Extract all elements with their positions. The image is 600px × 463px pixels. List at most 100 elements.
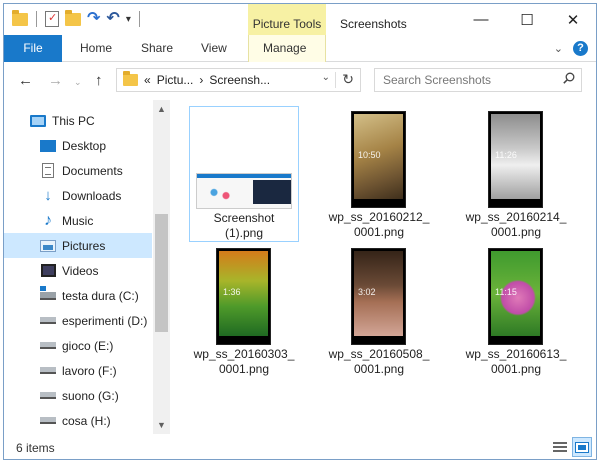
close-button[interactable]: ✕ xyxy=(550,4,596,35)
nav-item-documents[interactable]: Documents xyxy=(4,158,152,183)
breadcrumb-screenshots[interactable]: Screensh... xyxy=(209,73,270,87)
videos-icon xyxy=(40,264,56,278)
nav-item-downloads[interactable]: ↓ Downloads xyxy=(4,183,152,208)
nav-item-label: lavoro (F:) xyxy=(62,363,117,378)
nav-item-videos[interactable]: Videos xyxy=(4,258,152,283)
nav-item-drive-e[interactable]: gioco (E:) xyxy=(4,333,152,358)
nav-item-pictures[interactable]: Pictures xyxy=(4,233,152,258)
drive-icon xyxy=(40,414,56,428)
maximize-button[interactable]: ☐ xyxy=(504,4,550,35)
drive-icon xyxy=(40,389,56,403)
nav-item-label: Documents xyxy=(62,163,123,178)
breadcrumb-overflow[interactable]: « xyxy=(144,73,151,87)
file-thumbnail xyxy=(196,173,292,209)
toolbar-divider xyxy=(138,11,140,27)
status-bar: 6 items xyxy=(4,434,596,459)
search-icon[interactable] xyxy=(563,72,575,84)
desktop-icon xyxy=(40,139,56,153)
thumbnail-clock: 3:02 xyxy=(358,287,376,297)
tab-view[interactable]: View xyxy=(201,35,227,62)
file-name: wp_ss_20160214_ 0001.png xyxy=(465,210,567,239)
nav-item-drive-c[interactable]: testa dura (C:) xyxy=(4,283,152,308)
file-thumbnail: 10:50 xyxy=(351,111,406,208)
tab-home[interactable]: Home xyxy=(80,35,112,62)
redo-icon[interactable]: ↷ xyxy=(87,11,100,27)
file-name: wp_ss_20160613_ 0001.png xyxy=(465,347,567,376)
scroll-down-icon[interactable]: ▼ xyxy=(157,420,166,430)
file-item-screenshot-1[interactable]: Screenshot (1).png xyxy=(189,106,299,242)
file-item-wp-ss-20160508[interactable]: 3:02 wp_ss_20160508_ 0001.png xyxy=(324,243,434,379)
nav-item-label: Music xyxy=(62,213,94,228)
file-list: Screenshot (1).png 10:50 wp_ss_20160212_ 0… xyxy=(174,100,594,434)
drive-icon xyxy=(40,364,56,378)
breadcrumb-pictures[interactable]: Pictu... xyxy=(157,73,194,87)
recent-locations-chevron-icon[interactable]: ⌄ xyxy=(74,77,82,88)
file-thumbnail: 1:36 xyxy=(216,248,271,345)
window-title: Screenshots xyxy=(340,17,407,31)
nav-item-drive-h[interactable]: cosa (H:) xyxy=(4,408,152,433)
nav-item-music[interactable]: ♪ Music xyxy=(4,208,152,233)
nav-item-label: gioco (E:) xyxy=(62,338,114,353)
nav-item-label: suono (G:) xyxy=(62,388,119,403)
back-arrow-icon[interactable]: ← xyxy=(18,72,33,89)
nav-item-label: cosa (H:) xyxy=(62,413,111,428)
nav-item-label: This PC xyxy=(52,113,95,128)
up-arrow-icon[interactable]: ↑ xyxy=(95,72,103,89)
window-controls: — ☐ ✕ xyxy=(458,4,596,35)
file-thumbnail: 11:15 xyxy=(488,248,543,345)
nav-item-this-pc[interactable]: This PC xyxy=(4,108,152,133)
nav-item-drive-f[interactable]: lavoro (F:) xyxy=(4,358,152,383)
nav-item-label: esperimenti (D:) xyxy=(62,313,148,328)
refresh-icon[interactable]: ↻ xyxy=(342,71,354,88)
pictures-icon xyxy=(40,239,56,253)
computer-icon xyxy=(30,114,46,128)
file-item-wp-ss-20160214[interactable]: 11:26 wp_ss_20160214_ 0001.png xyxy=(461,106,571,242)
details-view-button[interactable] xyxy=(550,437,570,457)
nav-item-label: testa dura (C:) xyxy=(62,288,139,303)
search-box xyxy=(374,68,582,92)
nav-pane-scrollbar[interactable]: ▲ ▼ xyxy=(153,100,170,434)
tab-file[interactable]: File xyxy=(4,35,62,62)
nav-item-label: Desktop xyxy=(62,138,107,153)
nav-item-desktop[interactable]: Desktop xyxy=(4,133,152,158)
file-thumbnail: 11:26 xyxy=(488,111,543,208)
forward-arrow-icon[interactable]: → xyxy=(48,72,63,89)
item-count: 6 items xyxy=(16,441,55,455)
music-icon: ♪ xyxy=(44,211,52,229)
drive-icon xyxy=(40,339,56,353)
breadcrumb-separator[interactable]: › xyxy=(199,73,203,87)
breadcrumb: « Pictu... › Screensh... xyxy=(144,73,270,87)
expand-ribbon-icon[interactable]: ⌄ xyxy=(554,42,563,55)
address-dropdown-icon[interactable]: ⌄ xyxy=(322,72,330,83)
thumbnail-clock: 11:26 xyxy=(495,150,517,160)
customize-toolbar-dropdown-icon[interactable]: ▾ xyxy=(126,14,131,25)
navigation-bar: ← → ⌄ ↑ « Pictu... › Screensh... ⌄ ↻ xyxy=(4,62,596,100)
view-switcher xyxy=(550,437,592,457)
large-icons-view-button[interactable] xyxy=(572,437,592,457)
file-name: wp_ss_20160212_ 0001.png xyxy=(328,210,430,239)
nav-item-label: Videos xyxy=(62,263,99,278)
thumbnail-clock: 1:36 xyxy=(223,287,241,297)
file-item-wp-ss-20160613[interactable]: 11:15 wp_ss_20160613_ 0001.png xyxy=(461,243,571,379)
navigation-pane: This PC Desktop Documents ↓ Downloads ♪ … xyxy=(4,100,170,434)
tab-share[interactable]: Share xyxy=(141,35,173,62)
undo-icon[interactable]: ↶ xyxy=(106,11,119,27)
search-input[interactable] xyxy=(375,69,550,91)
nav-item-drive-d[interactable]: esperimenti (D:) xyxy=(4,308,152,333)
tab-manage[interactable]: Manage xyxy=(263,35,306,62)
nav-item-drive-g[interactable]: suono (G:) xyxy=(4,383,152,408)
downloads-icon: ↓ xyxy=(44,187,52,204)
thumbnail-clock: 11:15 xyxy=(495,287,517,297)
address-bar[interactable]: « Pictu... › Screensh... ⌄ ↻ xyxy=(116,68,361,92)
properties-icon[interactable] xyxy=(45,11,59,27)
picture-tools-label: Picture Tools xyxy=(248,4,326,35)
scroll-up-icon[interactable]: ▲ xyxy=(157,104,166,114)
title-bar: ↷ ↶ ▾ Picture Tools Screenshots — ☐ ✕ xyxy=(4,4,596,35)
new-folder-icon[interactable] xyxy=(65,9,81,26)
help-icon[interactable]: ? xyxy=(573,41,588,56)
file-name: Screenshot (1).png xyxy=(213,211,275,240)
scrollbar-thumb[interactable] xyxy=(155,214,168,332)
minimize-button[interactable]: — xyxy=(458,4,504,35)
file-item-wp-ss-20160303[interactable]: 1:36 wp_ss_20160303_ 0001.png xyxy=(189,243,299,379)
file-item-wp-ss-20160212[interactable]: 10:50 wp_ss_20160212_ 0001.png xyxy=(324,106,434,242)
